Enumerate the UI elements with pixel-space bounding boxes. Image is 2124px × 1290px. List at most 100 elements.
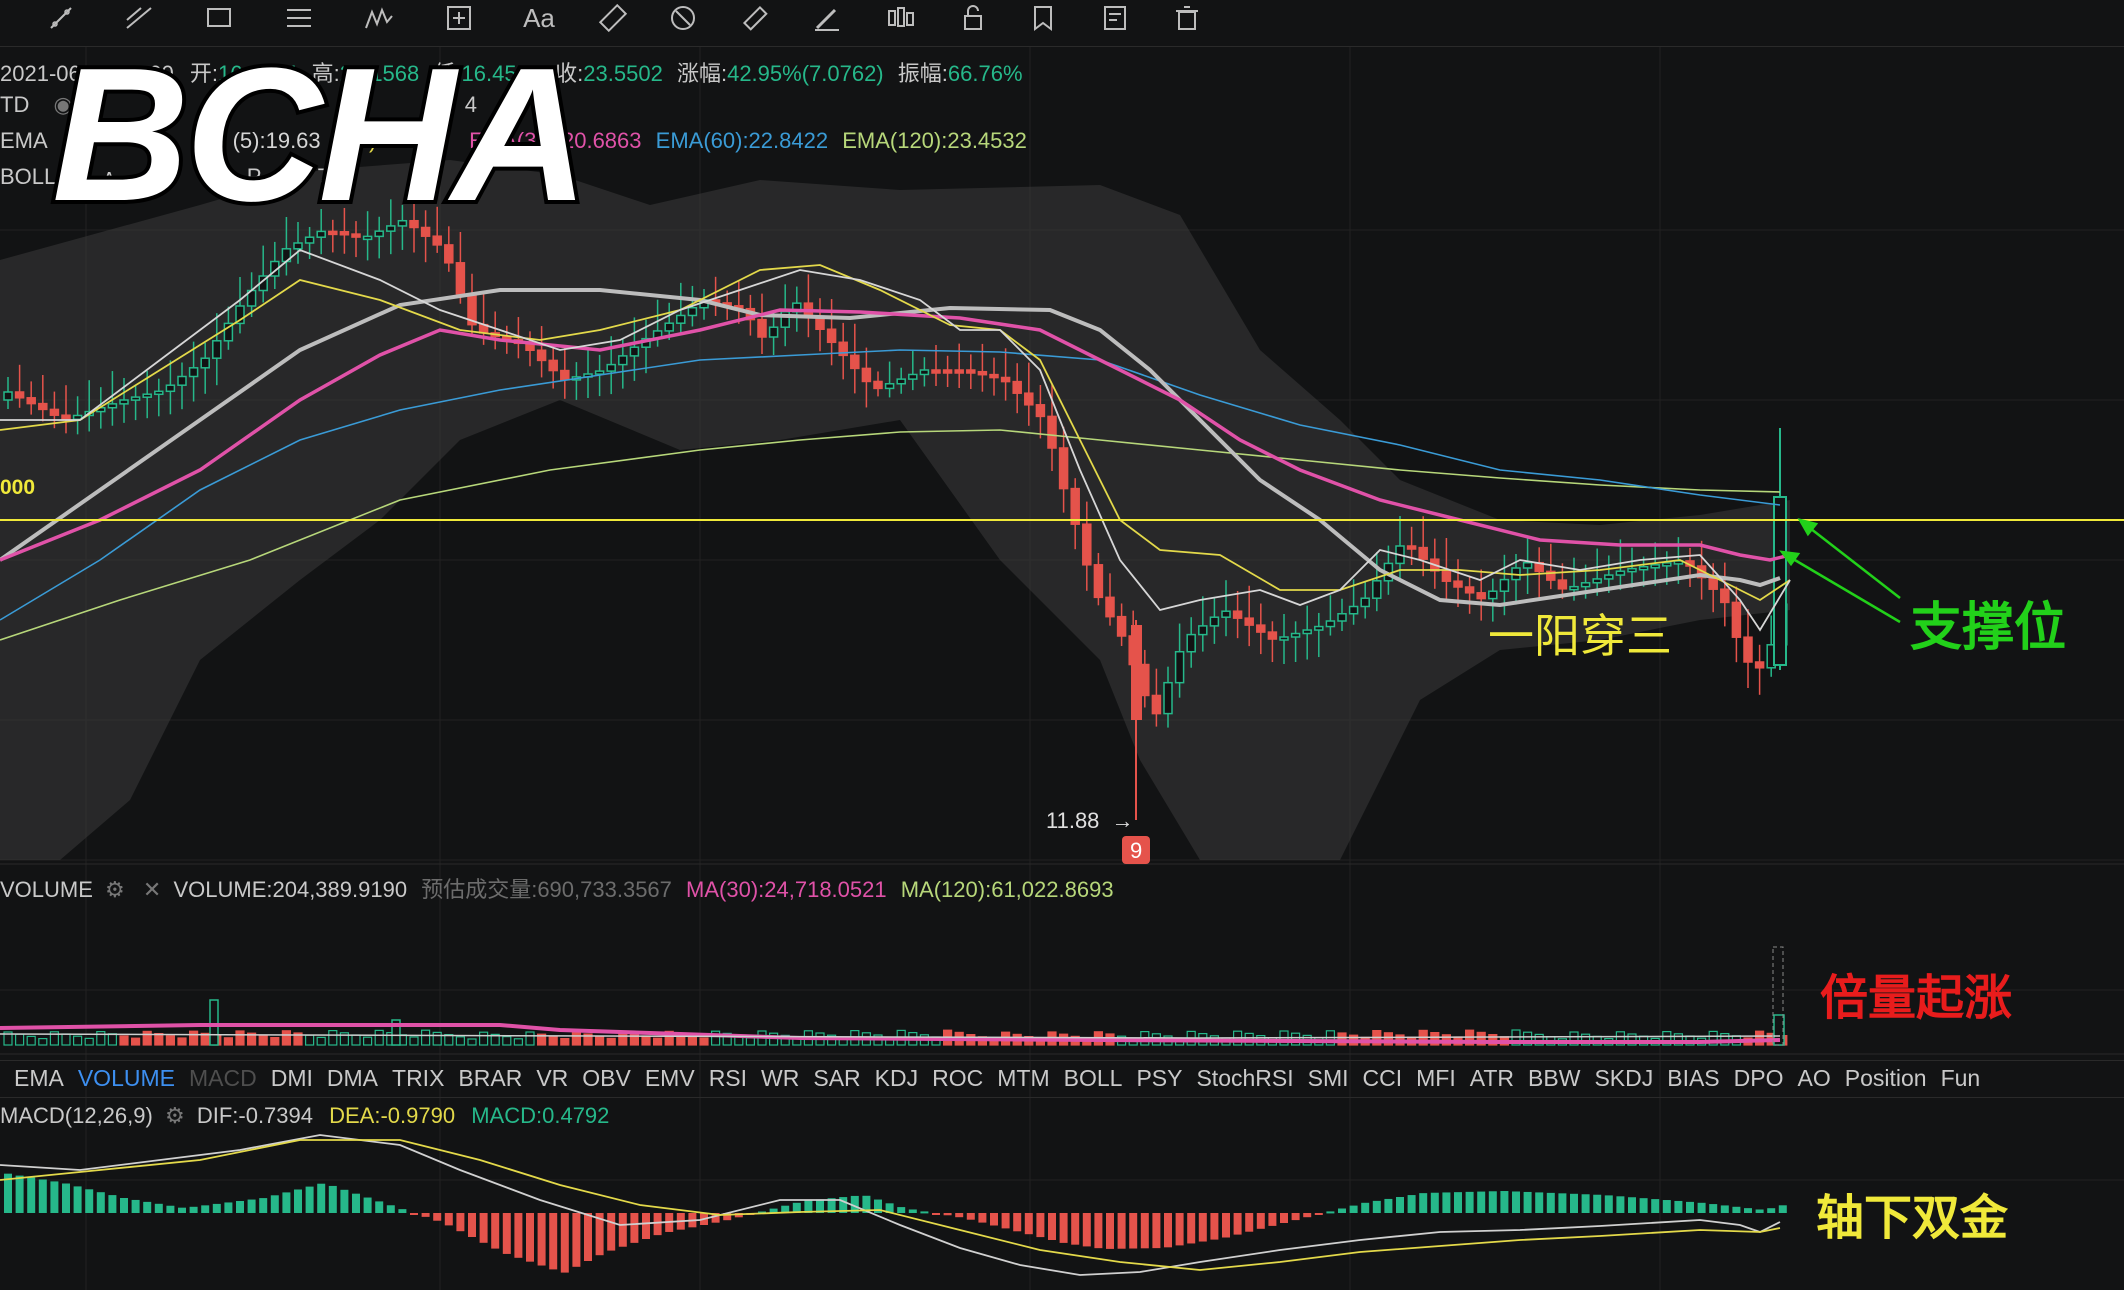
tab-dmi[interactable]: DMI — [271, 1061, 313, 1092]
trash-icon[interactable] — [1162, 0, 1212, 36]
macd-bar — [897, 1207, 906, 1213]
volume-bar — [26, 1035, 36, 1046]
pen-icon[interactable] — [802, 0, 852, 36]
lock-icon[interactable] — [948, 0, 998, 36]
support-arrows — [1779, 518, 1901, 624]
candle-body — [1754, 661, 1765, 669]
candle-body — [154, 390, 164, 396]
candle-body — [942, 369, 953, 374]
candle-body — [548, 359, 558, 372]
tab-mtm[interactable]: MTM — [997, 1061, 1049, 1092]
macd-bar — [1709, 1204, 1718, 1213]
volume-bar — [432, 1031, 442, 1046]
volume-ma120: MA(120):61,022.8693 — [900, 877, 1114, 902]
ruler-icon[interactable] — [588, 0, 638, 36]
tab-cci[interactable]: CCI — [1363, 1061, 1403, 1092]
candle-body — [1662, 562, 1672, 567]
candle-body — [884, 383, 895, 390]
candle-body — [1035, 404, 1046, 418]
candle-body — [26, 397, 36, 405]
bookmark-icon[interactable] — [1018, 0, 1068, 36]
candle-body — [165, 384, 176, 393]
candle-body — [989, 373, 999, 379]
tab-roc[interactable]: ROC — [932, 1061, 983, 1092]
tab-smi[interactable]: SMI — [1308, 1061, 1349, 1092]
close-icon[interactable]: ✕ — [143, 877, 161, 903]
tab-trix[interactable]: TRIX — [392, 1061, 444, 1092]
tab-bias[interactable]: BIAS — [1667, 1061, 1719, 1092]
candle-body — [119, 399, 129, 405]
macd-bar — [514, 1213, 523, 1258]
tab-rsi[interactable]: RSI — [709, 1061, 747, 1092]
settings-icon[interactable]: ⚙ — [105, 877, 125, 903]
candle-body — [1000, 376, 1011, 383]
volume-up-annotation: 倍量起涨 — [1820, 970, 2013, 1026]
tab-mfi[interactable]: MFI — [1416, 1061, 1456, 1092]
note-icon[interactable] — [1090, 0, 1140, 36]
tab-fun[interactable]: Fun — [1941, 1061, 1981, 1092]
candle-body — [1047, 415, 1057, 449]
tab-emv[interactable]: EMV — [645, 1061, 695, 1092]
macd-bar — [410, 1213, 418, 1215]
tab-kdj[interactable]: KDJ — [875, 1061, 918, 1092]
macd-bar — [305, 1186, 314, 1213]
candle-body — [606, 363, 616, 372]
volume-bar — [72, 1035, 83, 1046]
macd-bar — [1036, 1213, 1045, 1238]
candle-body — [1708, 576, 1718, 590]
macd-bar — [1512, 1191, 1520, 1213]
volume-bar — [223, 1037, 233, 1046]
candle-body — [850, 354, 860, 370]
macd-bar — [1372, 1200, 1381, 1213]
tab-skdj[interactable]: SKDJ — [1594, 1061, 1653, 1092]
tab-sar[interactable]: SAR — [813, 1061, 860, 1092]
tab-vr[interactable]: VR — [536, 1061, 568, 1092]
tab-dma[interactable]: DMA — [327, 1061, 378, 1092]
tab-stochrsi[interactable]: StochRSI — [1196, 1061, 1293, 1092]
tab-macd[interactable]: MACD — [189, 1061, 257, 1092]
candle-body — [1360, 597, 1370, 608]
candle-body — [1012, 380, 1022, 394]
candle-body — [61, 414, 71, 421]
tab-dpo[interactable]: DPO — [1734, 1061, 1784, 1092]
macd-bar — [1291, 1213, 1300, 1221]
candle-body — [768, 326, 779, 338]
magnet-icon[interactable] — [658, 0, 708, 36]
candle-body — [1488, 590, 1498, 600]
tab-volume[interactable]: VOLUME — [78, 1061, 175, 1092]
candle-body — [1314, 625, 1324, 631]
volume-bar — [513, 1038, 524, 1046]
macd-bar — [1349, 1205, 1358, 1213]
macd-bar — [340, 1189, 349, 1213]
macd-bar — [398, 1209, 407, 1213]
close-value: 23.5502 — [583, 61, 663, 86]
tab-bbw[interactable]: BBW — [1528, 1061, 1580, 1092]
tab-obv[interactable]: OBV — [582, 1061, 631, 1092]
macd-bar — [224, 1202, 233, 1213]
volume-bar — [594, 1035, 605, 1046]
tab-ao[interactable]: AO — [1798, 1061, 1831, 1092]
candle-body — [49, 408, 60, 416]
eraser-icon[interactable] — [730, 0, 780, 36]
candle-body — [1557, 579, 1568, 590]
tab-psy[interactable]: PSY — [1136, 1061, 1182, 1092]
candle-body — [212, 340, 222, 359]
macd-bar — [1570, 1193, 1578, 1213]
volume-bar — [421, 1029, 431, 1046]
tab-atr[interactable]: ATR — [1470, 1061, 1514, 1092]
macd-dea: DEA:-0.9790 — [329, 1103, 456, 1128]
macd-bar — [1651, 1199, 1660, 1213]
candle-body — [1720, 588, 1730, 604]
macd-bar — [96, 1192, 105, 1213]
candle-body — [1186, 633, 1196, 653]
tab-ema[interactable]: EMA — [14, 1061, 64, 1092]
tab-boll[interactable]: BOLL — [1064, 1061, 1123, 1092]
macd-bar — [932, 1213, 940, 1215]
macd-settings-icon[interactable]: ⚙ — [165, 1103, 185, 1129]
tab-wr[interactable]: WR — [761, 1061, 799, 1092]
candles-icon[interactable] — [876, 0, 926, 36]
tab-brar[interactable]: BRAR — [458, 1061, 522, 1092]
candle-body — [1592, 578, 1602, 584]
tab-position[interactable]: Position — [1845, 1061, 1927, 1092]
macd-bar — [120, 1198, 128, 1213]
